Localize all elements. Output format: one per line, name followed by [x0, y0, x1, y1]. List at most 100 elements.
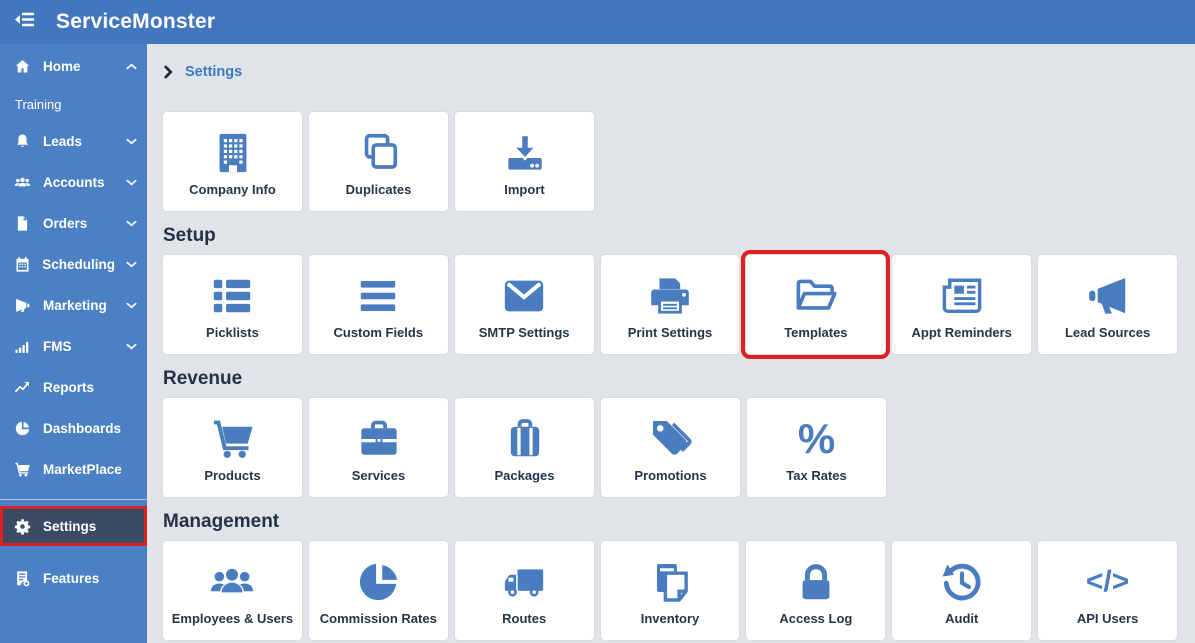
- sidebar-item-label: Features: [43, 571, 100, 586]
- outdent-icon: [13, 8, 36, 36]
- sidebar-item-reports[interactable]: Reports: [0, 367, 147, 408]
- sidebar-item-label: MarketPlace: [43, 462, 122, 477]
- sidebar-item-label: Orders: [43, 216, 88, 231]
- sidebar-item-features[interactable]: Features: [0, 558, 147, 599]
- section-header-management: Management: [163, 511, 280, 532]
- tile-label: Print Settings: [627, 325, 713, 340]
- app-header: ServiceMonster: [0, 0, 1195, 44]
- tile-label: Templates: [784, 325, 848, 340]
- lock-icon: [793, 554, 839, 610]
- collapse-sidebar-button[interactable]: [0, 8, 48, 36]
- tile-duplicates[interactable]: Duplicates: [308, 111, 449, 212]
- tile-label: Appt Reminders: [911, 325, 1012, 340]
- tile-label: Company Info: [189, 182, 276, 197]
- tile-inventory[interactable]: Inventory: [599, 540, 741, 641]
- app-title: ServiceMonster: [56, 10, 216, 33]
- tile-label: Audit: [945, 611, 979, 626]
- sidebar-item-fms[interactable]: FMS: [0, 326, 147, 367]
- picklist-icon: [209, 268, 255, 324]
- sidebar-item-label: Reports: [43, 380, 95, 395]
- tile-templates[interactable]: Templates: [741, 250, 891, 359]
- tile-promotions[interactable]: Promotions: [600, 397, 741, 498]
- newspaper-icon: [939, 268, 985, 324]
- copy-pages-icon: [647, 554, 693, 610]
- tile-lead-sources[interactable]: Lead Sources: [1037, 254, 1179, 355]
- signal-bars-icon: [13, 338, 32, 355]
- sidebar-item-label: FMS: [43, 339, 72, 354]
- sidebar-item-label: Marketing: [43, 298, 107, 313]
- tile-appt-reminders[interactable]: Appt Reminders: [891, 254, 1033, 355]
- tile-services[interactable]: Services: [308, 397, 449, 498]
- tile-packages[interactable]: Packages: [454, 397, 595, 498]
- tile-label: Import: [504, 182, 545, 197]
- tile-label: Duplicates: [345, 182, 412, 197]
- sidebar-item-dashboards[interactable]: Dashboards: [0, 408, 147, 449]
- tile-row: Picklists Custom Fields SMTP Settings Print…: [162, 250, 1179, 359]
- chevron-down-icon: [126, 343, 137, 350]
- chevron-down-icon: [126, 179, 137, 186]
- tile-label: Tax Rates: [786, 468, 847, 483]
- tags-icon: [648, 411, 694, 467]
- sidebar-item-home[interactable]: Home: [0, 46, 147, 87]
- tile-tax-rates[interactable]: % Tax Rates: [746, 397, 887, 498]
- main-content: Settings Company Info Duplicates Import Set…: [147, 44, 1195, 643]
- tile-products[interactable]: Products: [162, 397, 303, 498]
- tile-audit[interactable]: Audit: [891, 540, 1033, 641]
- tile-label: SMTP Settings: [478, 325, 570, 340]
- tile-employees-users[interactable]: Employees & Users: [162, 540, 303, 641]
- breadcrumb-chevron-icon: [164, 65, 173, 79]
- printer-icon: [647, 268, 693, 324]
- code-icon: </>: [1085, 565, 1130, 598]
- tile-company-info[interactable]: Company Info: [162, 111, 303, 212]
- tile-row: Employees & Users Commission Rates Routes I…: [162, 540, 1179, 641]
- tile-label: API Users: [1076, 611, 1139, 626]
- file-icon: [13, 215, 32, 232]
- tile-import[interactable]: Import: [454, 111, 595, 212]
- chevron-down-icon: [126, 138, 137, 145]
- import-icon: [502, 125, 548, 181]
- tile-api-users[interactable]: </> API Users: [1037, 540, 1179, 641]
- tile-commission-rates[interactable]: Commission Rates: [307, 540, 449, 641]
- sidebar-item-label: Leads: [43, 134, 83, 149]
- shopping-cart-icon: [210, 411, 256, 467]
- percent-icon: %: [797, 415, 836, 462]
- home-icon: [13, 58, 32, 75]
- sidebar-item-marketing[interactable]: Marketing: [0, 285, 147, 326]
- tile-access-log[interactable]: Access Log: [745, 540, 887, 641]
- tile-label: Access Log: [779, 611, 853, 626]
- sidebar-divider: [0, 499, 147, 500]
- tile-print-settings[interactable]: Print Settings: [599, 254, 741, 355]
- users-group-icon: [209, 554, 255, 610]
- calendar-icon: [13, 256, 31, 273]
- sidebar-item-label: Training: [15, 96, 62, 112]
- tile-custom-fields[interactable]: Custom Fields: [307, 254, 449, 355]
- chevron-down-icon: [126, 220, 137, 227]
- tile-label: Services: [351, 468, 406, 483]
- sidebar-item-training[interactable]: Training: [0, 87, 147, 121]
- sidebar-item-scheduling[interactable]: Scheduling: [0, 244, 147, 285]
- tile-row: Products Services Packages Promotions% Tax R…: [162, 397, 1178, 498]
- tile-label: Custom Fields: [333, 325, 424, 340]
- section-header-revenue: Revenue: [163, 368, 243, 389]
- tile-label: Picklists: [206, 325, 259, 340]
- tile-routes[interactable]: Routes: [453, 540, 595, 641]
- line-chart-icon: [13, 379, 32, 396]
- section-header-setup: Setup: [163, 225, 216, 246]
- building-icon: [210, 125, 256, 181]
- bars-icon: [355, 268, 401, 324]
- sidebar-item-label: Settings: [43, 518, 97, 534]
- tile-smtp-settings[interactable]: SMTP Settings: [453, 254, 595, 355]
- sidebar-item-label: Scheduling: [42, 257, 115, 272]
- sidebar-item-settings[interactable]: Settings: [0, 506, 147, 546]
- chevron-down-icon: [126, 302, 137, 309]
- tile-row: Company Info Duplicates Import: [162, 111, 1178, 212]
- sidebar-item-leads[interactable]: Leads: [0, 121, 147, 162]
- breadcrumb-settings-link[interactable]: Settings: [185, 64, 242, 80]
- tile-label: Promotions: [634, 468, 707, 483]
- sidebar-item-accounts[interactable]: Accounts: [0, 162, 147, 203]
- tile-picklists[interactable]: Picklists: [162, 254, 303, 355]
- megaphone-left-icon: [13, 297, 32, 314]
- tile-label: Inventory: [640, 611, 700, 626]
- sidebar-item-marketplace[interactable]: MarketPlace: [0, 449, 147, 490]
- sidebar-item-orders[interactable]: Orders: [0, 203, 147, 244]
